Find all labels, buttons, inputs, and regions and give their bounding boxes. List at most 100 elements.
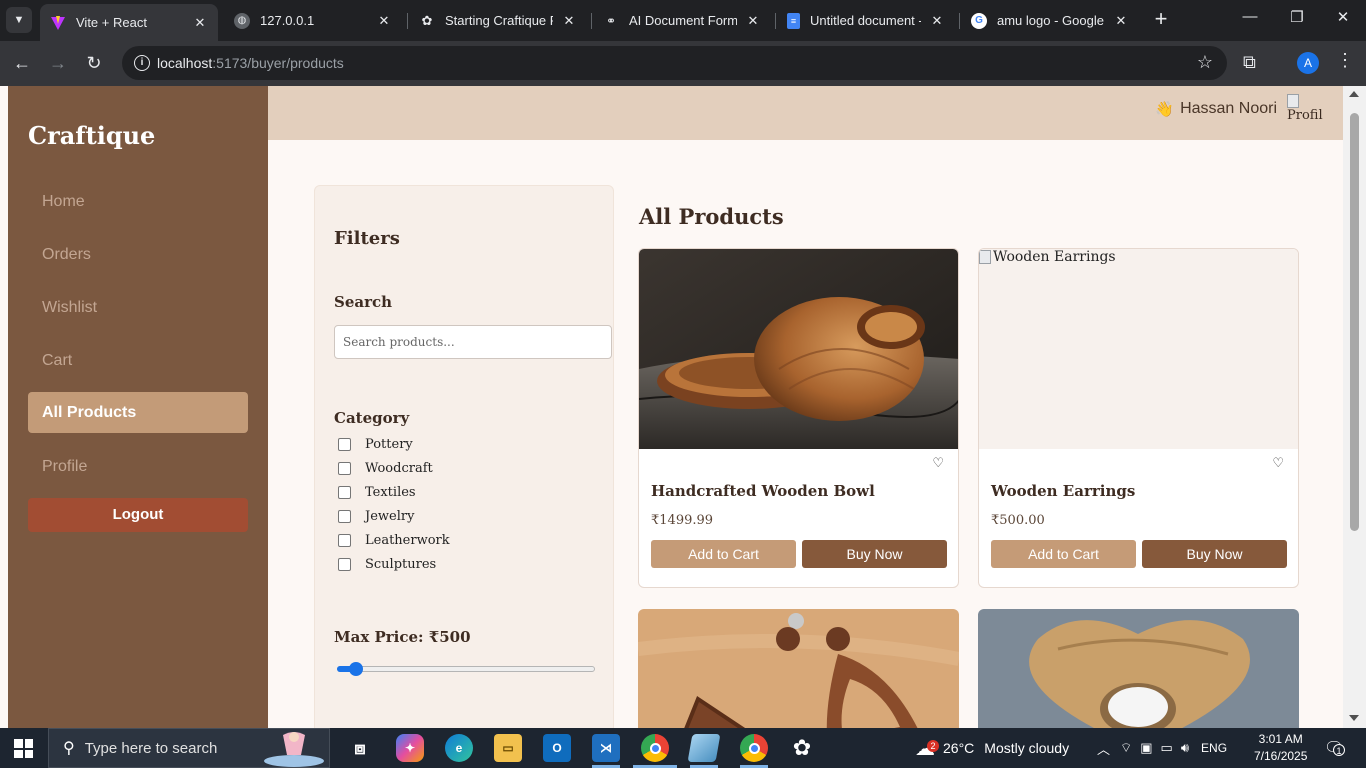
weather-widget[interactable]: ☁ 2 26°C Mostly cloudy	[915, 728, 1069, 768]
browser-tab-localhost[interactable]: ◍ 127.0.0.1 ✕	[224, 5, 402, 36]
vscode-icon[interactable]: ⋊	[592, 734, 620, 762]
system-tray: ︿ ⌔ ▣ ▭ 🔊︎ ENG	[1097, 728, 1227, 768]
tab-close-icon[interactable]: ✕	[745, 13, 761, 29]
slider-thumb[interactable]	[349, 662, 364, 676]
max-price-slider[interactable]	[337, 662, 595, 676]
product-card[interactable]	[978, 609, 1299, 728]
language-indicator[interactable]: ENG	[1201, 741, 1227, 755]
waving-hand-icon: 👋	[1155, 101, 1175, 118]
back-arrow-icon[interactable]: ←	[10, 51, 34, 75]
wooden-bowl-image	[639, 249, 958, 449]
site-info-icon[interactable]: i	[134, 55, 150, 71]
tab-close-icon[interactable]: ✕	[192, 15, 208, 31]
link-icon: ⚭	[605, 13, 617, 28]
product-card[interactable]: Wooden Earrings ♡ Wooden Earrings ₹500.0…	[978, 248, 1299, 588]
taskbar-clock[interactable]: 3:01 AM 7/16/2025	[1254, 731, 1307, 765]
wishlist-heart-icon[interactable]: ♡	[1272, 455, 1284, 471]
product-card[interactable]	[638, 609, 959, 728]
cloud-weather-icon: ☁ 2	[915, 736, 939, 761]
browser-tab-vite[interactable]: Vite + React ✕	[40, 4, 218, 41]
chrome-menu-icon[interactable]: ⋮	[1336, 50, 1354, 71]
product-image[interactable]	[639, 249, 958, 449]
tab-search-button[interactable]: ▼	[6, 7, 32, 33]
category-option-leatherwork[interactable]: Leatherwork	[338, 533, 450, 548]
edge-icon[interactable]: e	[445, 734, 473, 762]
sidebar-item-wishlist[interactable]: Wishlist	[28, 287, 248, 328]
product-name: Handcrafted Wooden Bowl	[651, 482, 875, 500]
buy-now-button[interactable]: Buy Now	[1142, 540, 1287, 568]
category-option-label: Jewelry	[365, 509, 415, 524]
wishlist-heart-icon[interactable]: ♡	[932, 455, 944, 471]
browser-tab-google-search[interactable]: G amu logo - Google Se ✕	[961, 5, 1139, 36]
sidebar-item-all-products[interactable]: All Products	[28, 392, 248, 433]
outlook-icon[interactable]: O	[543, 734, 571, 762]
tray-chevron-icon[interactable]: ︿	[1097, 739, 1110, 758]
buy-now-button[interactable]: Buy Now	[802, 540, 947, 568]
scrollbar-thumb[interactable]	[1350, 113, 1359, 531]
checkbox[interactable]	[338, 558, 351, 571]
tab-close-icon[interactable]: ✕	[376, 13, 392, 29]
file-explorer-icon[interactable]: ▭	[494, 734, 522, 762]
user-greeting: 👋 Hassan Noori	[1155, 100, 1277, 118]
close-window-icon[interactable]: ✕	[1328, 8, 1358, 26]
top-header: 👋 Hassan Noori Profile	[268, 86, 1343, 140]
image-alt-text: Wooden Earrings	[979, 249, 1116, 265]
chrome-icon[interactable]	[641, 734, 669, 762]
scroll-up-arrow-icon[interactable]	[1349, 91, 1359, 97]
bookmark-star-icon[interactable]: ☆	[1197, 52, 1213, 73]
product-card[interactable]: ♡ Handcrafted Wooden Bowl ₹1499.99 Add t…	[638, 248, 959, 588]
forward-arrow-icon[interactable]: →	[46, 51, 70, 75]
brand-logo[interactable]: Craftique	[28, 121, 155, 150]
scroll-down-arrow-icon[interactable]	[1349, 715, 1359, 721]
meet-now-icon[interactable]: ▣	[1140, 740, 1152, 756]
browser-tab-ai-doc[interactable]: ⚭ AI Document Formatt ✕	[593, 5, 771, 36]
browser-tab-chatgpt[interactable]: ✿ Starting Craftique Fre ✕	[409, 5, 587, 36]
sidebar-item-profile[interactable]: Profile	[28, 446, 248, 487]
tab-close-icon[interactable]: ✕	[561, 13, 577, 29]
category-option-pottery[interactable]: Pottery	[338, 437, 413, 452]
checkbox[interactable]	[338, 534, 351, 547]
search-input[interactable]	[334, 325, 612, 359]
extensions-puzzle-icon[interactable]: ⧉	[1243, 52, 1256, 73]
checkbox[interactable]	[338, 462, 351, 475]
minimize-icon[interactable]: —	[1235, 8, 1265, 25]
task-view-icon[interactable]: ⧈	[346, 734, 374, 762]
checkbox[interactable]	[338, 510, 351, 523]
address-bar[interactable]: i localhost:5173/buyer/products ☆	[122, 46, 1227, 80]
category-option-jewelry[interactable]: Jewelry	[338, 509, 414, 524]
tab-close-icon[interactable]: ✕	[1113, 13, 1129, 29]
category-option-sculptures[interactable]: Sculptures	[338, 557, 436, 572]
tab-title: Untitled document - C	[810, 13, 921, 28]
category-option-woodcraft[interactable]: Woodcraft	[338, 461, 433, 476]
notification-center-icon[interactable]: 🗨︎1	[1324, 728, 1345, 768]
page-scrollbar[interactable]	[1343, 86, 1366, 728]
restore-icon[interactable]: ❐	[1282, 8, 1312, 26]
sidebar-item-orders[interactable]: Orders	[28, 234, 248, 275]
category-option-label: Leatherwork	[365, 533, 450, 548]
add-to-cart-button[interactable]: Add to Cart	[991, 540, 1136, 568]
chrome-profile-avatar[interactable]: A	[1297, 52, 1319, 74]
volume-icon[interactable]: 🔊︎	[1181, 740, 1189, 756]
add-to-cart-button[interactable]: Add to Cart	[651, 540, 796, 568]
tab-close-icon[interactable]: ✕	[929, 13, 945, 29]
taskbar-search-box[interactable]: ⚲ Type here to search	[48, 728, 330, 768]
snipping-tool-icon[interactable]	[687, 734, 721, 762]
product-image[interactable]: Wooden Earrings	[979, 249, 1298, 449]
profile-avatar[interactable]: Profile	[1287, 94, 1323, 130]
category-option-textiles[interactable]: Textiles	[338, 485, 416, 500]
slider-track	[337, 666, 595, 672]
copilot-icon[interactable]: ✦	[396, 734, 424, 762]
logout-button[interactable]: Logout	[28, 498, 248, 532]
checkbox[interactable]	[338, 438, 351, 451]
windows-start-icon[interactable]	[14, 739, 33, 758]
new-tab-button[interactable]: +	[1150, 8, 1172, 32]
sidebar-item-cart[interactable]: Cart	[28, 340, 248, 381]
reload-icon[interactable]: ↻	[82, 51, 106, 75]
chrome-profile-2-icon[interactable]	[740, 734, 768, 762]
sidebar-item-home[interactable]: Home	[28, 181, 248, 222]
checkbox[interactable]	[338, 486, 351, 499]
browser-tab-google-docs[interactable]: ≡ Untitled document - C ✕	[777, 5, 955, 36]
network-icon[interactable]: ⌔	[1120, 740, 1132, 756]
battery-icon[interactable]: ▭	[1161, 740, 1173, 756]
chatgpt-app-icon[interactable]: ✿	[788, 734, 816, 762]
